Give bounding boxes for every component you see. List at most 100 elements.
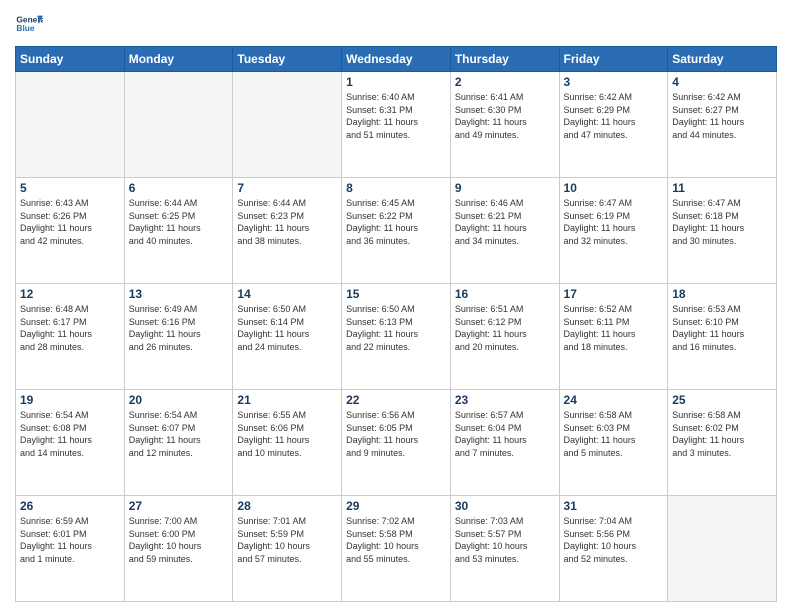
calendar-cell: 2 Sunrise: 6:41 AM Sunset: 6:30 PM Daylig… [450, 72, 559, 178]
header: General Blue [15, 10, 777, 38]
cell-info: Sunrise: 6:47 AM Sunset: 6:18 PM Dayligh… [672, 197, 772, 247]
page: General Blue SundayMondayTuesdayWednesda… [0, 0, 792, 612]
cell-info: Sunrise: 6:49 AM Sunset: 6:16 PM Dayligh… [129, 303, 229, 353]
calendar-cell: 20 Sunrise: 6:54 AM Sunset: 6:07 PM Dayli… [124, 390, 233, 496]
calendar-day-header: Friday [559, 47, 668, 72]
calendar-cell: 9 Sunrise: 6:46 AM Sunset: 6:21 PM Daylig… [450, 178, 559, 284]
calendar-table: SundayMondayTuesdayWednesdayThursdayFrid… [15, 46, 777, 602]
cell-info: Sunrise: 6:51 AM Sunset: 6:12 PM Dayligh… [455, 303, 555, 353]
cell-info: Sunrise: 6:53 AM Sunset: 6:10 PM Dayligh… [672, 303, 772, 353]
calendar-day-header: Monday [124, 47, 233, 72]
cell-info: Sunrise: 6:48 AM Sunset: 6:17 PM Dayligh… [20, 303, 120, 353]
cell-info: Sunrise: 7:02 AM Sunset: 5:58 PM Dayligh… [346, 515, 446, 565]
day-number: 19 [20, 393, 120, 407]
cell-info: Sunrise: 6:45 AM Sunset: 6:22 PM Dayligh… [346, 197, 446, 247]
calendar-cell: 7 Sunrise: 6:44 AM Sunset: 6:23 PM Daylig… [233, 178, 342, 284]
cell-info: Sunrise: 6:43 AM Sunset: 6:26 PM Dayligh… [20, 197, 120, 247]
calendar-day-header: Thursday [450, 47, 559, 72]
cell-info: Sunrise: 6:42 AM Sunset: 6:27 PM Dayligh… [672, 91, 772, 141]
day-number: 6 [129, 181, 229, 195]
calendar-cell: 1 Sunrise: 6:40 AM Sunset: 6:31 PM Daylig… [342, 72, 451, 178]
calendar-cell [668, 496, 777, 602]
calendar-cell: 30 Sunrise: 7:03 AM Sunset: 5:57 PM Dayli… [450, 496, 559, 602]
calendar-week-row: 19 Sunrise: 6:54 AM Sunset: 6:08 PM Dayli… [16, 390, 777, 496]
calendar-cell: 22 Sunrise: 6:56 AM Sunset: 6:05 PM Dayli… [342, 390, 451, 496]
cell-info: Sunrise: 6:50 AM Sunset: 6:14 PM Dayligh… [237, 303, 337, 353]
calendar-day-header: Sunday [16, 47, 125, 72]
calendar-cell: 28Sunrise: 7:01 AM Sunset: 5:59 PM Dayli… [233, 496, 342, 602]
cell-info: Sunrise: 7:03 AM Sunset: 5:57 PM Dayligh… [455, 515, 555, 565]
calendar-cell: 24 Sunrise: 6:58 AM Sunset: 6:03 PM Dayli… [559, 390, 668, 496]
day-number: 23 [455, 393, 555, 407]
calendar-cell: 21Sunrise: 6:55 AM Sunset: 6:06 PM Dayli… [233, 390, 342, 496]
day-number: 11 [672, 181, 772, 195]
calendar-day-header: Tuesday [233, 47, 342, 72]
day-number: 3 [564, 75, 664, 89]
day-number: 31 [564, 499, 664, 513]
calendar-cell: 8 Sunrise: 6:45 AM Sunset: 6:22 PM Daylig… [342, 178, 451, 284]
cell-info: Sunrise: 6:44 AM Sunset: 6:25 PM Dayligh… [129, 197, 229, 247]
calendar-cell: 17Sunrise: 6:52 AM Sunset: 6:11 PM Dayli… [559, 284, 668, 390]
cell-info: Sunrise: 6:55 AM Sunset: 6:06 PM Dayligh… [237, 409, 337, 459]
day-number: 13 [129, 287, 229, 301]
cell-info: Sunrise: 6:54 AM Sunset: 6:08 PM Dayligh… [20, 409, 120, 459]
day-number: 24 [564, 393, 664, 407]
day-number: 2 [455, 75, 555, 89]
calendar-cell: 23 Sunrise: 6:57 AM Sunset: 6:04 PM Dayli… [450, 390, 559, 496]
calendar-cell: 15 Sunrise: 6:50 AM Sunset: 6:13 PM Dayli… [342, 284, 451, 390]
logo-icon: General Blue [15, 10, 43, 38]
calendar-cell: 26 Sunrise: 6:59 AM Sunset: 6:01 PM Dayli… [16, 496, 125, 602]
calendar-cell: 5Sunrise: 6:43 AM Sunset: 6:26 PM Daylig… [16, 178, 125, 284]
day-number: 20 [129, 393, 229, 407]
day-number: 22 [346, 393, 446, 407]
calendar-cell: 10Sunrise: 6:47 AM Sunset: 6:19 PM Dayli… [559, 178, 668, 284]
cell-info: Sunrise: 6:40 AM Sunset: 6:31 PM Dayligh… [346, 91, 446, 141]
cell-info: Sunrise: 6:59 AM Sunset: 6:01 PM Dayligh… [20, 515, 120, 565]
cell-info: Sunrise: 6:42 AM Sunset: 6:29 PM Dayligh… [564, 91, 664, 141]
day-number: 18 [672, 287, 772, 301]
cell-info: Sunrise: 6:47 AM Sunset: 6:19 PM Dayligh… [564, 197, 664, 247]
day-number: 28 [237, 499, 337, 513]
calendar-day-header: Saturday [668, 47, 777, 72]
day-number: 14 [237, 287, 337, 301]
day-number: 15 [346, 287, 446, 301]
logo: General Blue [15, 10, 43, 38]
day-number: 25 [672, 393, 772, 407]
calendar-cell: 19 Sunrise: 6:54 AM Sunset: 6:08 PM Dayli… [16, 390, 125, 496]
cell-info: Sunrise: 6:50 AM Sunset: 6:13 PM Dayligh… [346, 303, 446, 353]
cell-info: Sunrise: 6:44 AM Sunset: 6:23 PM Dayligh… [237, 197, 337, 247]
calendar-cell: 18 Sunrise: 6:53 AM Sunset: 6:10 PM Dayli… [668, 284, 777, 390]
calendar-header-row: SundayMondayTuesdayWednesdayThursdayFrid… [16, 47, 777, 72]
day-number: 26 [20, 499, 120, 513]
day-number: 29 [346, 499, 446, 513]
calendar-cell [233, 72, 342, 178]
day-number: 9 [455, 181, 555, 195]
day-number: 7 [237, 181, 337, 195]
cell-info: Sunrise: 7:00 AM Sunset: 6:00 PM Dayligh… [129, 515, 229, 565]
day-number: 1 [346, 75, 446, 89]
calendar-cell: 29 Sunrise: 7:02 AM Sunset: 5:58 PM Dayli… [342, 496, 451, 602]
calendar-cell: 11 Sunrise: 6:47 AM Sunset: 6:18 PM Dayli… [668, 178, 777, 284]
day-number: 30 [455, 499, 555, 513]
cell-info: Sunrise: 6:41 AM Sunset: 6:30 PM Dayligh… [455, 91, 555, 141]
cell-info: Sunrise: 6:56 AM Sunset: 6:05 PM Dayligh… [346, 409, 446, 459]
day-number: 8 [346, 181, 446, 195]
cell-info: Sunrise: 6:54 AM Sunset: 6:07 PM Dayligh… [129, 409, 229, 459]
cell-info: Sunrise: 6:57 AM Sunset: 6:04 PM Dayligh… [455, 409, 555, 459]
calendar-cell: 12Sunrise: 6:48 AM Sunset: 6:17 PM Dayli… [16, 284, 125, 390]
day-number: 17 [564, 287, 664, 301]
calendar-cell: 4 Sunrise: 6:42 AM Sunset: 6:27 PM Daylig… [668, 72, 777, 178]
calendar-day-header: Wednesday [342, 47, 451, 72]
calendar-cell: 3 Sunrise: 6:42 AM Sunset: 6:29 PM Daylig… [559, 72, 668, 178]
cell-info: Sunrise: 6:58 AM Sunset: 6:03 PM Dayligh… [564, 409, 664, 459]
calendar-cell: 13 Sunrise: 6:49 AM Sunset: 6:16 PM Dayli… [124, 284, 233, 390]
calendar-cell: 25 Sunrise: 6:58 AM Sunset: 6:02 PM Dayli… [668, 390, 777, 496]
cell-info: Sunrise: 6:46 AM Sunset: 6:21 PM Dayligh… [455, 197, 555, 247]
calendar-week-row: 12Sunrise: 6:48 AM Sunset: 6:17 PM Dayli… [16, 284, 777, 390]
day-number: 4 [672, 75, 772, 89]
calendar-cell: 27 Sunrise: 7:00 AM Sunset: 6:00 PM Dayli… [124, 496, 233, 602]
calendar-cell [16, 72, 125, 178]
cell-info: Sunrise: 6:58 AM Sunset: 6:02 PM Dayligh… [672, 409, 772, 459]
day-number: 27 [129, 499, 229, 513]
cell-info: Sunrise: 7:04 AM Sunset: 5:56 PM Dayligh… [564, 515, 664, 565]
